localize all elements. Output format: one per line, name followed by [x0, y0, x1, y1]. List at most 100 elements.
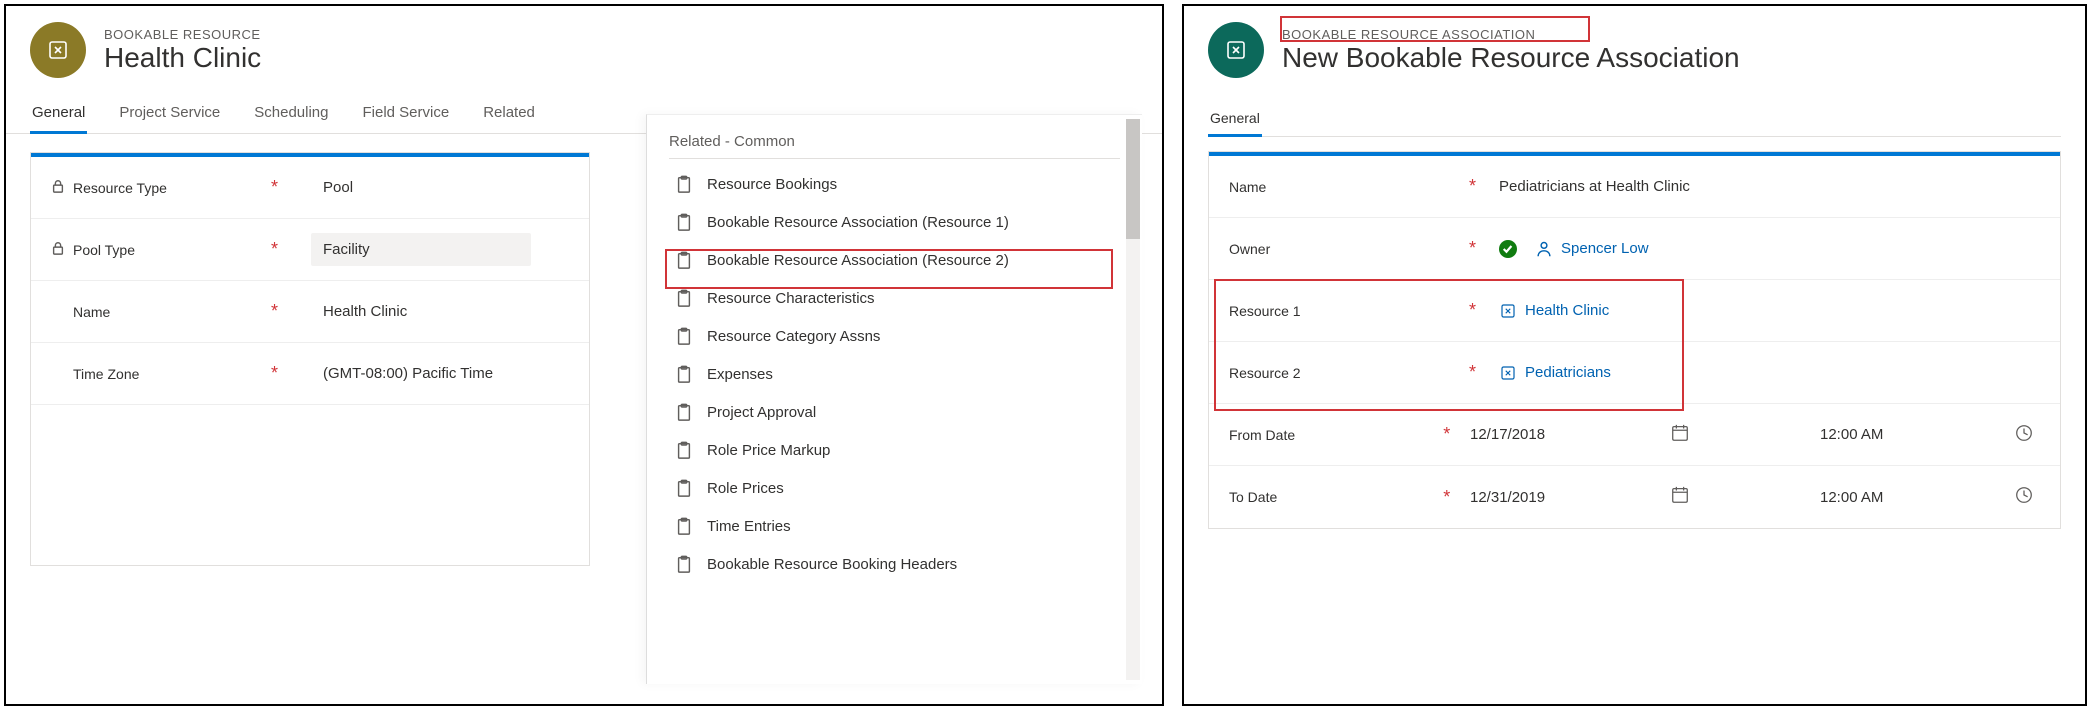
- related-item-category-assns[interactable]: Resource Category Assns: [669, 317, 1120, 355]
- required-marker: *: [271, 301, 311, 322]
- related-item-label: Bookable Resource Booking Headers: [707, 556, 957, 573]
- clipboard-icon: [675, 175, 693, 193]
- field-name: Name * Health Clinic: [31, 281, 589, 343]
- tab-project-service[interactable]: Project Service: [117, 98, 222, 133]
- related-item-bra-2[interactable]: Bookable Resource Association (Resource …: [669, 241, 1120, 279]
- form-header: BOOKABLE RESOURCE ASSOCIATION New Bookab…: [1184, 6, 2085, 86]
- general-section: Name * Pediatricians at Health Clinic Ow…: [1208, 151, 2061, 529]
- general-section: Resource Type * Pool Pool Type * Facilit…: [30, 152, 590, 566]
- lock-icon: [51, 179, 65, 196]
- field-to-date: To Date * 12/31/2019 12:00 AM: [1209, 466, 2060, 528]
- field-from-date: From Date * 12/17/2018 12:00 AM: [1209, 404, 2060, 466]
- related-item-label: Bookable Resource Association (Resource …: [707, 214, 1009, 231]
- clipboard-icon: [675, 327, 693, 345]
- related-item-expenses[interactable]: Expenses: [669, 355, 1120, 393]
- clipboard-icon: [675, 555, 693, 573]
- related-item-role-prices[interactable]: Role Prices: [669, 469, 1120, 507]
- calendar-icon[interactable]: [1670, 485, 1690, 509]
- field-label: Name: [1229, 179, 1266, 195]
- field-time-zone: Time Zone * (GMT-08:00) Pacific Time: [31, 343, 589, 405]
- owner-value: Spencer Low: [1561, 240, 1649, 257]
- scrollbar-thumb[interactable]: [1126, 119, 1140, 239]
- required-marker: *: [1469, 362, 1499, 383]
- tab-related[interactable]: Related: [481, 98, 537, 133]
- form-tabs: General: [1184, 86, 2085, 137]
- tab-general[interactable]: General: [1208, 104, 1262, 137]
- related-item-time-entries[interactable]: Time Entries: [669, 507, 1120, 545]
- related-item-resource-bookings[interactable]: Resource Bookings: [669, 165, 1120, 203]
- record-title: Health Clinic: [104, 42, 261, 74]
- related-item-label: Resource Bookings: [707, 176, 837, 193]
- related-item-label: Resource Category Assns: [707, 328, 880, 345]
- field-resource-type: Resource Type * Pool: [31, 157, 589, 219]
- bookable-resource-association-form: BOOKABLE RESOURCE ASSOCIATION New Bookab…: [1182, 4, 2087, 706]
- time-zone-value[interactable]: (GMT-08:00) Pacific Time: [311, 357, 531, 390]
- related-item-label: Role Prices: [707, 480, 784, 497]
- pool-type-value[interactable]: Facility: [311, 233, 531, 266]
- entity-avatar: [1208, 22, 1264, 78]
- to-date-input[interactable]: 12/31/2019: [1470, 485, 1690, 509]
- required-marker: *: [1469, 238, 1499, 259]
- from-date-input[interactable]: 12/17/2018: [1470, 423, 1690, 447]
- field-owner: Owner * Spencer Low: [1209, 218, 2060, 280]
- clock-icon[interactable]: [2014, 485, 2040, 509]
- field-label: Name: [73, 304, 110, 320]
- to-time-value: 12:00 AM: [1820, 489, 1883, 506]
- related-item-characteristics[interactable]: Resource Characteristics: [669, 279, 1120, 317]
- entity-avatar: [30, 22, 86, 78]
- field-resource-1: Resource 1 * Health Clinic: [1209, 280, 2060, 342]
- from-time-value: 12:00 AM: [1820, 426, 1883, 443]
- clipboard-icon: [675, 517, 693, 535]
- clipboard-icon: [675, 479, 693, 497]
- clipboard-icon: [675, 441, 693, 459]
- related-menu: Related - Common Resource Bookings Booka…: [646, 114, 1142, 684]
- related-item-bra-1[interactable]: Bookable Resource Association (Resource …: [669, 203, 1120, 241]
- tab-field-service[interactable]: Field Service: [360, 98, 451, 133]
- clipboard-icon: [675, 403, 693, 421]
- resource-type-value[interactable]: Pool: [311, 171, 531, 204]
- related-item-label: Role Price Markup: [707, 442, 830, 459]
- related-item-booking-headers[interactable]: Bookable Resource Booking Headers: [669, 545, 1120, 583]
- name-value[interactable]: Pediatricians at Health Clinic: [1499, 178, 1690, 195]
- related-item-project-approval[interactable]: Project Approval: [669, 393, 1120, 431]
- field-name: Name * Pediatricians at Health Clinic: [1209, 156, 2060, 218]
- person-icon: [1535, 240, 1553, 258]
- required-marker: *: [271, 177, 311, 198]
- presence-icon: [1499, 240, 1517, 258]
- required-marker: *: [1469, 300, 1499, 321]
- clipboard-icon: [675, 251, 693, 269]
- tab-general[interactable]: General: [30, 98, 87, 134]
- lock-icon: [51, 241, 65, 258]
- related-item-label: Expenses: [707, 366, 773, 383]
- resource-2-value: Pediatricians: [1525, 364, 1611, 381]
- owner-lookup[interactable]: Spencer Low: [1535, 240, 1649, 258]
- related-item-label: Time Entries: [707, 518, 791, 535]
- resource-1-lookup[interactable]: Health Clinic: [1499, 302, 1609, 320]
- resource-icon: [1499, 302, 1517, 320]
- field-label: Pool Type: [73, 242, 135, 258]
- related-item-label: Project Approval: [707, 404, 816, 421]
- related-list: Resource Bookings Bookable Resource Asso…: [647, 165, 1142, 583]
- field-resource-2: Resource 2 * Pediatricians: [1209, 342, 2060, 404]
- entity-type-label: BOOKABLE RESOURCE ASSOCIATION: [1282, 27, 1740, 42]
- to-time-input[interactable]: 12:00 AM: [1820, 485, 2040, 509]
- name-value[interactable]: Health Clinic: [311, 295, 531, 328]
- required-marker: *: [1443, 424, 1470, 445]
- from-date-value: 12/17/2018: [1470, 426, 1545, 443]
- tab-scheduling[interactable]: Scheduling: [252, 98, 330, 133]
- field-label: Resource 2: [1229, 365, 1301, 381]
- field-pool-type: Pool Type * Facility: [31, 219, 589, 281]
- record-title: New Bookable Resource Association: [1282, 42, 1740, 74]
- form-header: BOOKABLE RESOURCE Health Clinic: [6, 6, 1162, 86]
- clock-icon[interactable]: [2014, 423, 2040, 447]
- empty-space: [31, 405, 589, 565]
- resource-2-lookup[interactable]: Pediatricians: [1499, 364, 1611, 382]
- calendar-icon[interactable]: [1670, 423, 1690, 447]
- required-marker: *: [271, 363, 311, 384]
- from-time-input[interactable]: 12:00 AM: [1820, 423, 2040, 447]
- resource-icon: [1499, 364, 1517, 382]
- related-item-label: Resource Characteristics: [707, 290, 875, 307]
- related-item-role-price-markup[interactable]: Role Price Markup: [669, 431, 1120, 469]
- field-label: From Date: [1229, 427, 1295, 443]
- clipboard-icon: [675, 365, 693, 383]
